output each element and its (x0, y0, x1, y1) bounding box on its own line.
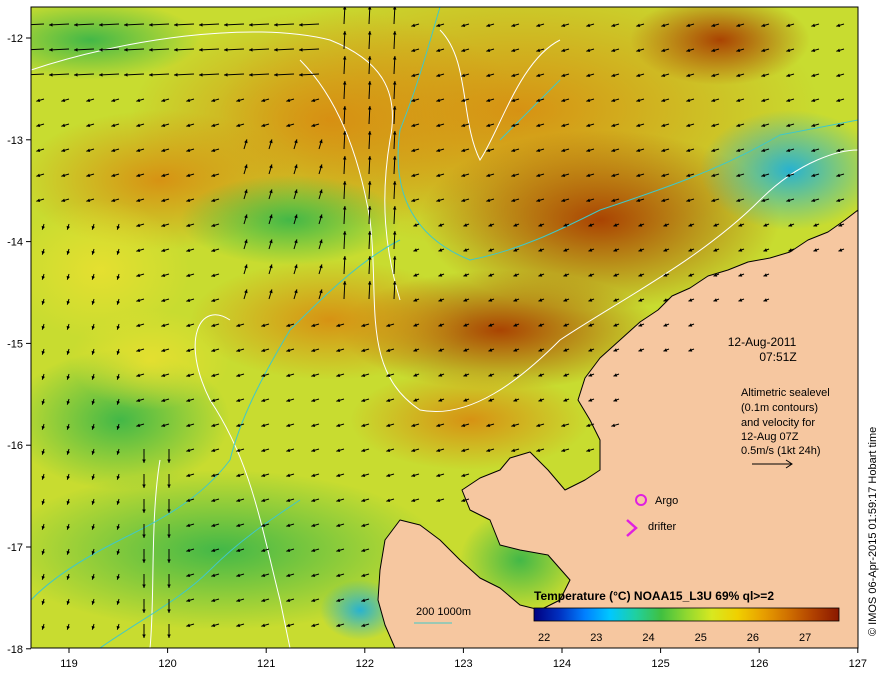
lat-tick-label: -15 (7, 338, 23, 350)
latitude-axis: -12 -13 -14 -15 -16 -17 -18 (7, 33, 31, 656)
legend-line-2: (0.1m contours) (741, 402, 818, 414)
credit-text: © IMOS 06-Apr-2015 01:59:17 Hobart time (867, 427, 879, 636)
argo-label: Argo (655, 495, 678, 507)
bathymetry-label: 200 1000m (416, 606, 471, 618)
lon-tick-label: 123 (454, 658, 472, 670)
lon-tick-label: 119 (60, 658, 78, 670)
legend-line-4: 12-Aug 07Z (741, 431, 799, 443)
colorbar-tick-label: 22 (538, 632, 550, 644)
colorbar-tick-label: 27 (799, 632, 811, 644)
colorbar-tick-label: 24 (642, 632, 654, 644)
lon-tick-label: 126 (750, 658, 768, 670)
lon-tick-label: 124 (553, 658, 571, 670)
drifter-label: drifter (648, 521, 676, 533)
lat-tick-label: -12 (7, 33, 23, 45)
colorbar-title: Temperature (°C) NOAA15_L3U 69% ql>=2 (534, 589, 774, 603)
longitude-axis: 119 120 121 122 123 124 125 126 127 (60, 648, 867, 670)
lat-tick-label: -16 (7, 440, 23, 452)
lat-tick-label: -17 (7, 542, 23, 554)
lat-tick-label: -13 (7, 135, 23, 147)
lon-tick-label: 122 (356, 658, 374, 670)
lon-tick-label: 121 (257, 658, 275, 670)
legend-line-3: and velocity for (741, 417, 815, 429)
date-label: 12-Aug-2011 (728, 335, 797, 349)
lat-tick-label: -18 (7, 644, 23, 656)
lat-tick-label: -14 (7, 237, 23, 249)
colorbar-tick-label: 25 (695, 632, 707, 644)
legend-line-1: Altimetric sealevel (741, 387, 830, 399)
sst-map-figure: 119 120 121 122 123 124 125 126 127 -12 -13 -14 -15… (7, 6, 879, 670)
lon-tick-label: 125 (651, 658, 669, 670)
colorbar-tick-label: 26 (747, 632, 759, 644)
legend-line-5: 0.5m/s (1kt 24h) (741, 445, 820, 457)
lon-tick-label: 127 (849, 658, 867, 670)
time-label: 07:51Z (759, 350, 796, 364)
plot-area (31, 7, 858, 648)
colorbar-tick-label: 23 (590, 632, 602, 644)
lon-tick-label: 120 (158, 658, 176, 670)
colorbar-ramp (533, 607, 840, 622)
